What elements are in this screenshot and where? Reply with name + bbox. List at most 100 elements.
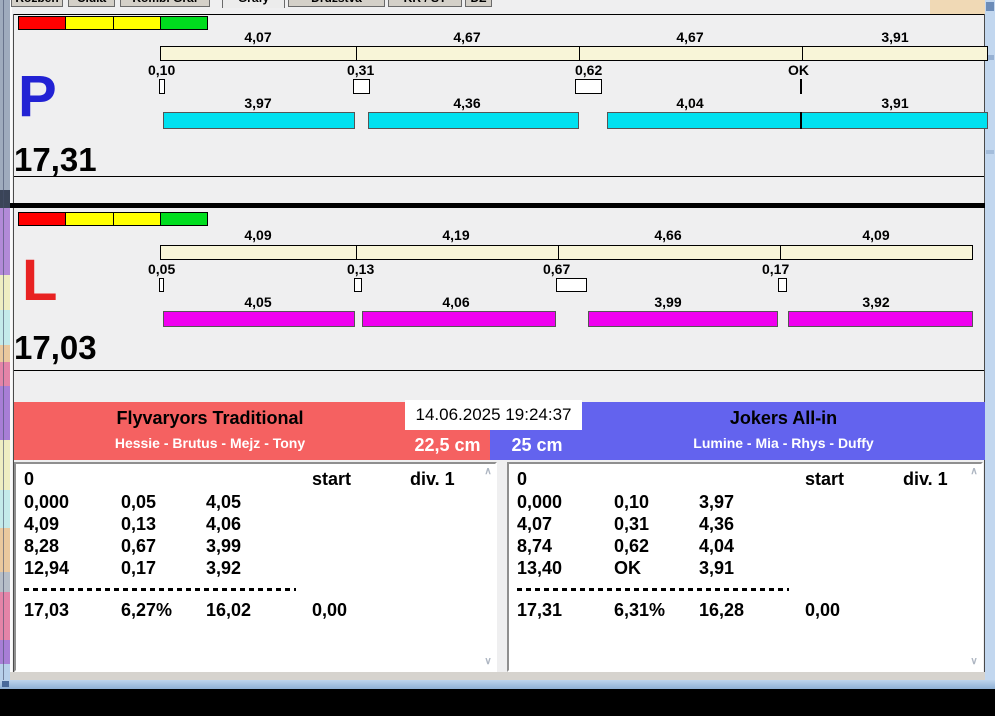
taskbar-icon[interactable] xyxy=(2,681,9,687)
table-cell: 0,000 xyxy=(517,492,563,512)
taskbar[interactable] xyxy=(0,680,995,689)
background-window-left-edge xyxy=(3,0,4,688)
interval-divider xyxy=(579,47,580,60)
background-window-right-strip xyxy=(985,0,995,688)
interval-label: 4,09 xyxy=(862,227,890,243)
tab-cidla[interactable]: Cidla xyxy=(68,0,115,7)
split-label: 4,36 xyxy=(453,95,481,111)
interval-divider xyxy=(802,47,803,60)
table-total-cell: 17,31 xyxy=(517,600,563,620)
table-cell: 4,36 xyxy=(699,514,735,534)
background-window-left-strip xyxy=(0,0,10,688)
lane-p-split-bar xyxy=(368,112,579,129)
table-cell: 3,91 xyxy=(699,558,735,578)
team-right-name: Jokers All-in xyxy=(729,408,838,428)
interval-label: 3,91 xyxy=(881,29,909,45)
team-left-size: 22,5 cm xyxy=(414,435,481,455)
app-screen: Rozbeh Cidla Kombi Graf Grafy Druzstva K… xyxy=(0,0,995,716)
team-right-size: 25 cm xyxy=(511,435,563,455)
table-cell: 0,62 xyxy=(614,536,650,556)
split-label: 3,91 xyxy=(881,95,909,111)
scroll-up-icon[interactable]: ∧ xyxy=(482,466,494,478)
deviation-ok-tick xyxy=(800,79,802,94)
interval-label: 4,09 xyxy=(244,227,272,243)
deviation-label: 0,13 xyxy=(347,261,375,277)
interval-divider xyxy=(558,246,559,259)
table-total-cell: 16,28 xyxy=(699,600,745,620)
scroll-down-icon[interactable]: ∨ xyxy=(968,656,980,668)
lane-divider-line xyxy=(10,203,985,208)
table-header-cell: div. 1 xyxy=(903,469,948,489)
interval-divider xyxy=(780,246,781,259)
table-header-cell: start xyxy=(312,469,352,489)
deviation-label: 0,62 xyxy=(575,62,603,78)
split-label: 3,97 xyxy=(244,95,272,111)
deviation-label: 0,10 xyxy=(148,62,176,78)
deviation-label-ok: OK xyxy=(788,62,809,78)
table-total-cell: 6,31% xyxy=(614,600,666,620)
table-cell: 4,04 xyxy=(699,536,735,556)
lane-l-letter: L xyxy=(22,248,58,313)
lane-p-split-bar xyxy=(163,112,355,129)
deviation-box xyxy=(353,79,370,94)
split-label: 4,06 xyxy=(442,294,470,310)
team-left-name: Flyvaryors Traditional xyxy=(116,408,304,428)
right-strip-icon xyxy=(986,2,994,11)
table-total-cell: 6,27% xyxy=(121,600,173,620)
table-cell: 4,06 xyxy=(206,514,242,534)
team-right-splits-table[interactable]: 0 start div. 1 0,000 0,10 3,97 4,07 0,31… xyxy=(507,462,983,672)
table-cell: 8,28 xyxy=(24,536,60,556)
deviation-label: 0,31 xyxy=(347,62,375,78)
right-strip-mark xyxy=(986,150,994,154)
lane-p-split-bar xyxy=(607,112,988,129)
interval-divider xyxy=(356,246,357,259)
deviation-label: 0,05 xyxy=(148,261,176,277)
table-separator xyxy=(517,588,789,591)
deviation-label: 0,17 xyxy=(762,261,790,277)
lane-l-split-bar xyxy=(788,311,973,327)
tab-kr-st[interactable]: KR / ST xyxy=(388,0,462,7)
lane-l-interval-bar xyxy=(160,245,973,260)
table-header-cell: 0 xyxy=(517,469,528,489)
status-segment-yellow xyxy=(112,16,161,30)
status-segment-red xyxy=(18,212,67,226)
lane-l-total: 17,03 xyxy=(14,329,97,366)
interval-label: 4,66 xyxy=(654,227,682,243)
team-left-splits-table[interactable]: 0 start div. 1 0,000 0,05 4,05 4,09 0,13… xyxy=(14,462,497,672)
table-total-cell: 0,00 xyxy=(805,600,841,620)
deviation-box xyxy=(159,278,164,292)
datetime-display: 14.06.2025 19:24:37 xyxy=(405,400,582,430)
status-segment-yellow xyxy=(112,212,161,226)
deviation-label: 0,67 xyxy=(543,261,571,277)
tab-druzstva[interactable]: Druzstva xyxy=(288,0,385,7)
deviation-box xyxy=(159,79,165,94)
lane-p-bottom-line xyxy=(14,176,984,177)
table-cell: 8,74 xyxy=(517,536,553,556)
split-label: 4,05 xyxy=(244,294,272,310)
split-label: 3,99 xyxy=(654,294,682,310)
lane-l-status-strip xyxy=(18,212,208,226)
lane-p-status-strip xyxy=(18,16,208,30)
scroll-down-icon[interactable]: ∨ xyxy=(482,656,494,668)
tab-rozbeh[interactable]: Rozbeh xyxy=(11,0,63,7)
scroll-up-icon[interactable]: ∧ xyxy=(968,466,980,478)
table-cell: 0,17 xyxy=(121,558,157,578)
tab-grafy[interactable]: Grafy xyxy=(222,0,285,8)
split-label: 3,92 xyxy=(862,294,890,310)
deviation-box xyxy=(575,79,602,94)
table-cell: 13,40 xyxy=(517,558,563,578)
tab-kombi-graf[interactable]: Kombi Graf xyxy=(120,0,210,7)
deviation-box xyxy=(556,278,587,292)
deviation-box xyxy=(778,278,787,292)
interval-label: 4,67 xyxy=(676,29,704,45)
window-bottom-edge xyxy=(10,672,985,680)
lane-l-split-bar xyxy=(588,311,778,327)
table-cell: 0,31 xyxy=(614,514,650,534)
status-segment-green xyxy=(159,16,208,30)
tab-dz[interactable]: DZ xyxy=(465,0,492,7)
deviation-box xyxy=(354,278,362,292)
top-right-panel xyxy=(930,0,985,14)
screen-black-area xyxy=(0,689,995,716)
team-left-members: Hessie - Brutus - Mejz - Tony xyxy=(114,435,306,451)
interval-label: 4,07 xyxy=(244,29,272,45)
